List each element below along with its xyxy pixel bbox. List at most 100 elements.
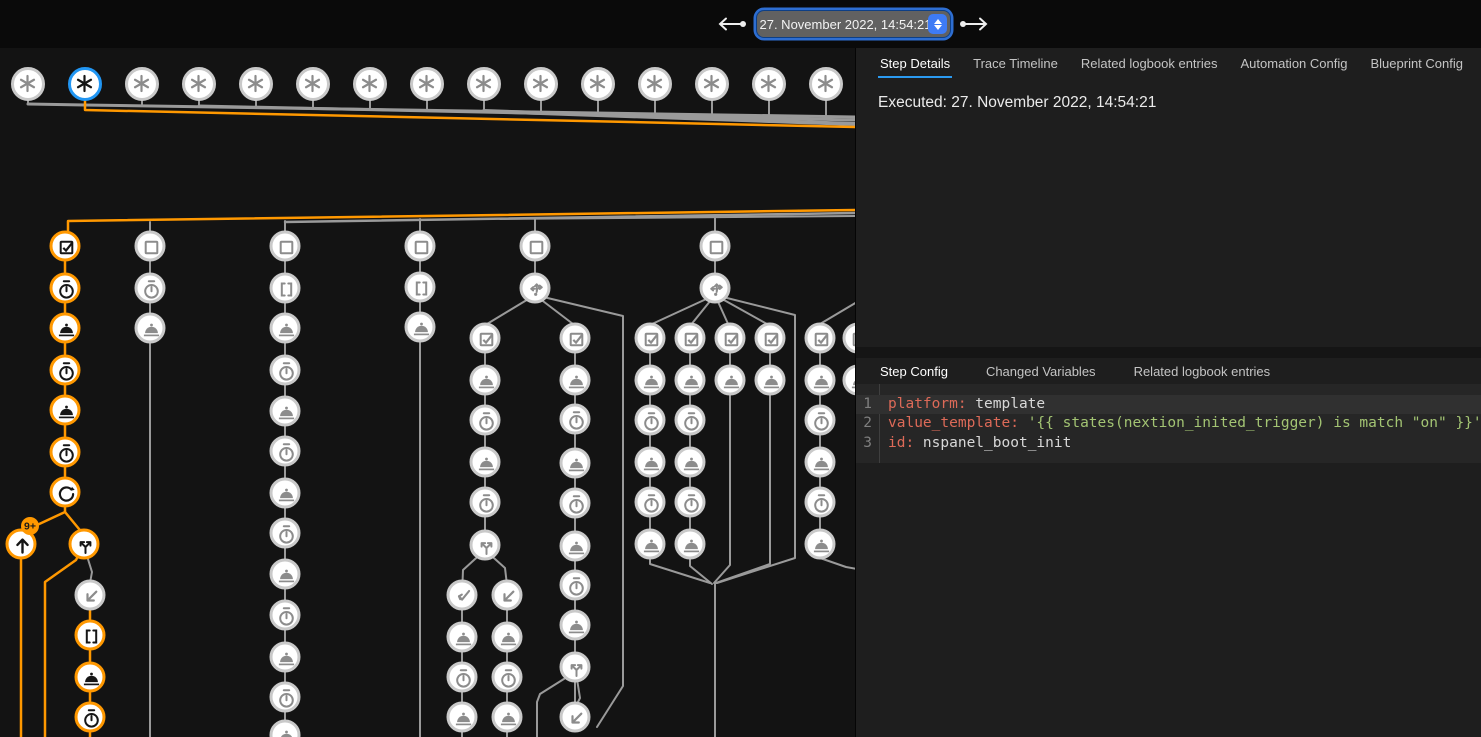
trace-node-service[interactable] xyxy=(471,448,499,476)
trace-node-service[interactable] xyxy=(448,623,476,651)
trace-node-service[interactable] xyxy=(471,366,499,394)
trace-node-timer[interactable] xyxy=(51,274,79,302)
trace-node-checkbox[interactable] xyxy=(806,324,834,352)
trace-node-asterisk[interactable] xyxy=(184,69,215,100)
trace-node-brackets[interactable] xyxy=(76,621,104,649)
tab-related-logbook-entries[interactable]: Related logbook entries xyxy=(1132,357,1273,386)
trace-node-service[interactable] xyxy=(636,448,664,476)
trace-node-timer[interactable] xyxy=(561,405,589,433)
trace-node-checkbox[interactable] xyxy=(676,324,704,352)
trace-node-service[interactable] xyxy=(806,366,834,394)
trace-node-checkbox[interactable] xyxy=(844,324,855,352)
tab-related-logbook-entries[interactable]: Related logbook entries xyxy=(1079,49,1220,78)
trace-node-timer[interactable] xyxy=(676,488,704,516)
trace-node-service[interactable] xyxy=(676,448,704,476)
trace-node-service[interactable] xyxy=(493,703,521,731)
trace-node-timer[interactable] xyxy=(448,663,476,691)
trace-node-service[interactable] xyxy=(136,314,164,342)
trace-node-asterisk[interactable] xyxy=(697,69,728,100)
tab-step-config[interactable]: Step Config xyxy=(878,357,950,386)
trace-node-service[interactable] xyxy=(271,397,299,425)
trace-node-service[interactable] xyxy=(271,721,299,737)
trace-node-checkbox[interactable] xyxy=(51,232,79,260)
trace-node-service[interactable] xyxy=(561,366,589,394)
trace-node-checkbox[interactable] xyxy=(716,324,744,352)
trace-node-service[interactable] xyxy=(716,366,744,394)
tab-blueprint-config[interactable]: Blueprint Config xyxy=(1368,49,1465,78)
trace-node-square[interactable] xyxy=(136,232,164,260)
trace-node-square[interactable] xyxy=(406,232,434,260)
trace-node-service[interactable] xyxy=(406,313,434,341)
trace-node-timer[interactable] xyxy=(271,601,299,629)
trace-node-timer[interactable] xyxy=(271,356,299,384)
trace-node-checkbox[interactable] xyxy=(561,324,589,352)
trace-node-check-arrow[interactable] xyxy=(448,581,476,609)
trace-node-service[interactable] xyxy=(806,530,834,558)
trace-node-asterisk[interactable] xyxy=(526,69,557,100)
trace-node-choose[interactable] xyxy=(521,274,549,302)
trace-node-checkbox[interactable] xyxy=(471,324,499,352)
trace-node-timer[interactable] xyxy=(51,356,79,384)
tab-step-details[interactable]: Step Details xyxy=(878,49,952,78)
trace-node-service[interactable] xyxy=(636,530,664,558)
trace-node-timer[interactable] xyxy=(636,406,664,434)
trace-node-asterisk[interactable] xyxy=(640,69,671,100)
trace-node-arrow-down-left[interactable] xyxy=(76,581,104,609)
trace-node-checkbox[interactable] xyxy=(636,324,664,352)
trace-node-service[interactable] xyxy=(448,703,476,731)
trace-node-service[interactable] xyxy=(51,396,79,424)
trace-node-service[interactable] xyxy=(806,448,834,476)
trace-node-asterisk[interactable] xyxy=(70,69,101,100)
trace-node-timer[interactable] xyxy=(136,274,164,302)
trace-node-timer[interactable] xyxy=(76,703,104,731)
trace-node-timer[interactable] xyxy=(271,437,299,465)
tab-changed-variables[interactable]: Changed Variables xyxy=(984,357,1098,386)
run-selector[interactable]: 27. November 2022, 14:54:21 xyxy=(757,11,950,37)
trace-node-service[interactable] xyxy=(636,366,664,394)
trace-node-timer[interactable] xyxy=(676,406,704,434)
trace-node-timer[interactable] xyxy=(471,406,499,434)
trace-node-call-split[interactable] xyxy=(561,653,589,681)
trace-node-service[interactable] xyxy=(561,611,589,639)
trace-node-square[interactable] xyxy=(701,232,729,260)
trace-node-service[interactable] xyxy=(51,314,79,342)
trace-node-service[interactable] xyxy=(271,560,299,588)
next-run-button[interactable] xyxy=(958,14,992,34)
trace-node-timer[interactable] xyxy=(271,683,299,711)
trace-node-asterisk[interactable] xyxy=(469,69,500,100)
trace-node-timer[interactable] xyxy=(471,488,499,516)
previous-run-button[interactable] xyxy=(714,14,748,34)
trace-node-asterisk[interactable] xyxy=(127,69,158,100)
trace-node-timer[interactable] xyxy=(561,571,589,599)
trace-node-asterisk[interactable] xyxy=(583,69,614,100)
trace-node-asterisk[interactable] xyxy=(298,69,329,100)
trace-node-service[interactable] xyxy=(493,623,521,651)
trace-node-service[interactable] xyxy=(561,449,589,477)
trace-node-service[interactable] xyxy=(756,366,784,394)
trace-node-timer[interactable] xyxy=(561,489,589,517)
trace-node-asterisk[interactable] xyxy=(811,69,842,100)
trace-node-service[interactable] xyxy=(76,663,104,691)
trace-node-timer[interactable] xyxy=(51,438,79,466)
trace-node-timer[interactable] xyxy=(493,663,521,691)
trace-node-asterisk[interactable] xyxy=(754,69,785,100)
trace-node-asterisk[interactable] xyxy=(355,69,386,100)
trace-node-service[interactable] xyxy=(844,366,855,394)
trace-node-call-split[interactable] xyxy=(471,531,499,559)
trace-node-arrow-down-left[interactable] xyxy=(493,581,521,609)
trace-node-call-split[interactable] xyxy=(70,530,98,558)
trace-node-timer[interactable] xyxy=(806,488,834,516)
trace-node-timer[interactable] xyxy=(806,406,834,434)
trace-node-asterisk[interactable] xyxy=(412,69,443,100)
trace-node-arrow-down-left[interactable] xyxy=(561,703,589,731)
trace-node-service[interactable] xyxy=(271,479,299,507)
trace-node-service[interactable] xyxy=(676,530,704,558)
trace-node-timer[interactable] xyxy=(636,488,664,516)
trace-node-service[interactable] xyxy=(676,366,704,394)
tab-automation-config[interactable]: Automation Config xyxy=(1239,49,1350,78)
trace-node-asterisk[interactable] xyxy=(13,69,44,100)
trace-node-brackets[interactable] xyxy=(406,273,434,301)
trace-node-asterisk[interactable] xyxy=(241,69,272,100)
trace-node-service[interactable] xyxy=(271,314,299,342)
trace-node-service[interactable] xyxy=(561,532,589,560)
